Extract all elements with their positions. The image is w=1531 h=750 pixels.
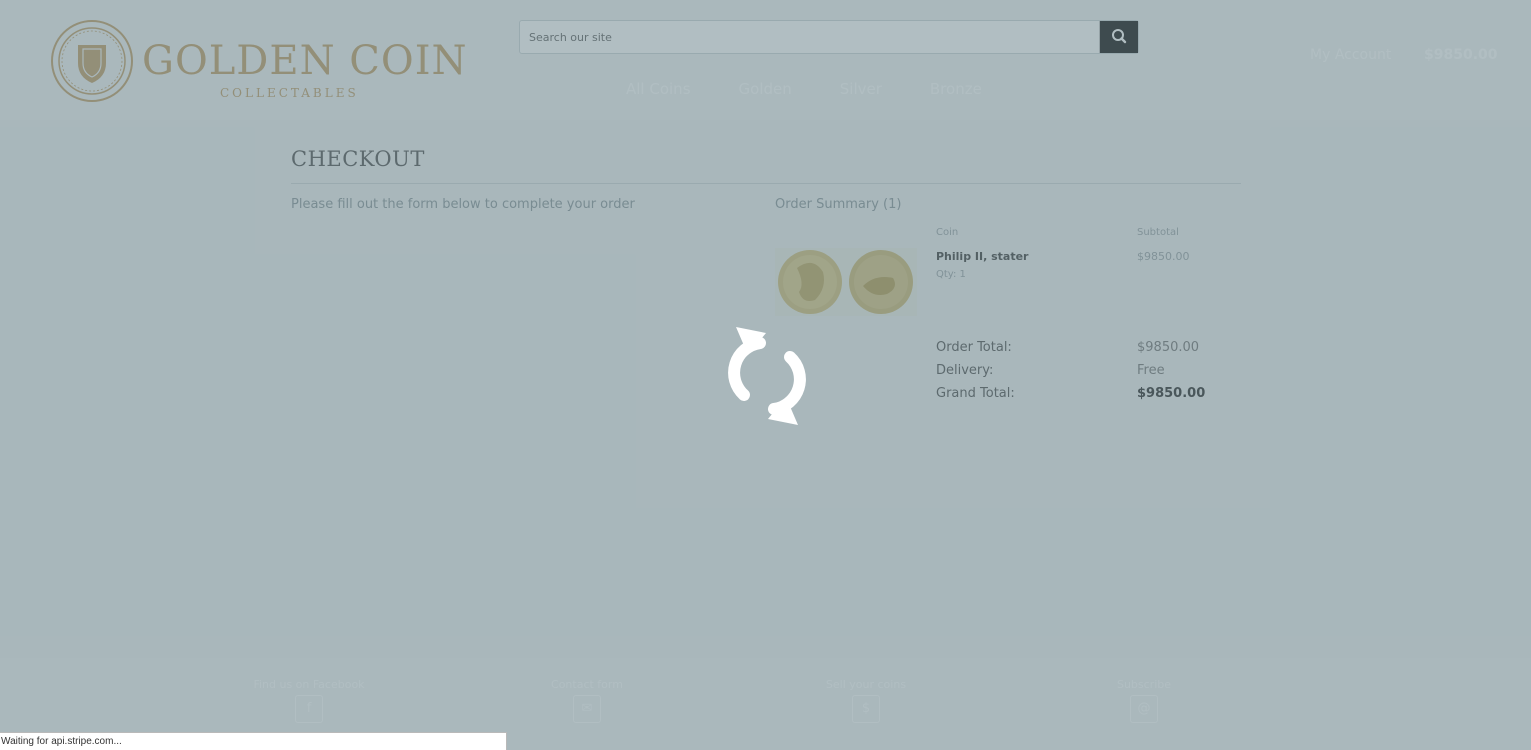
browser-status-bar: Waiting for api.stripe.com... <box>0 732 507 750</box>
refresh-icon <box>728 327 806 425</box>
